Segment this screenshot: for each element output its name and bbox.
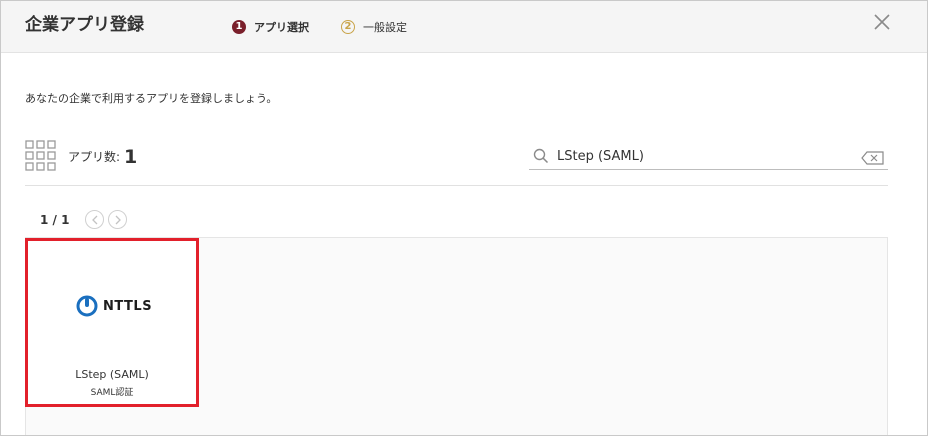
search-icon: [533, 148, 549, 168]
dialog-header: 企業アプリ登録 1 アプリ選択 2 一般設定: [1, 1, 927, 53]
step-number: 1: [232, 20, 246, 34]
chevron-left-icon: [92, 215, 98, 224]
page-description: あなたの企業で利用するアプリを登録しましょう。: [25, 92, 278, 105]
app-name: LStep (SAML): [75, 368, 149, 381]
app-search: [529, 144, 888, 170]
pagination: 1 / 1: [40, 210, 131, 229]
prev-page-button[interactable]: [85, 210, 105, 229]
step-app-select: 1 アプリ選択: [232, 19, 309, 35]
page-indicator: 1 / 1: [40, 212, 70, 227]
chevron-right-icon: [115, 215, 121, 224]
divider: [25, 185, 888, 186]
app-count-value: 1: [124, 146, 138, 168]
step-label: アプリ選択: [254, 21, 309, 34]
step-number: 2: [341, 20, 355, 34]
ntt-logo-icon: [76, 295, 98, 317]
step-label: 一般設定: [363, 21, 407, 34]
dialog-title: 企業アプリ登録: [25, 15, 144, 35]
clear-search-icon[interactable]: [861, 150, 885, 169]
search-input[interactable]: [557, 144, 857, 168]
app-auth-type: SAML認証: [90, 388, 134, 398]
grid-view-icon[interactable]: [25, 140, 57, 176]
app-count-label: アプリ数:: [68, 150, 121, 164]
app-registration-dialog: 企業アプリ登録 1 アプリ選択 2 一般設定 あなたの企業で利用するアプリを登録…: [0, 0, 928, 436]
app-count: アプリ数: 1: [68, 144, 138, 168]
close-icon[interactable]: [872, 12, 892, 32]
app-card[interactable]: NTTLS LStep (SAML) SAML認証: [25, 238, 199, 407]
step-general-settings: 2 一般設定: [341, 19, 407, 35]
next-page-button[interactable]: [108, 210, 128, 229]
app-logo-text: NTTLS: [103, 298, 153, 314]
app-logo: NTTLS: [76, 295, 152, 317]
